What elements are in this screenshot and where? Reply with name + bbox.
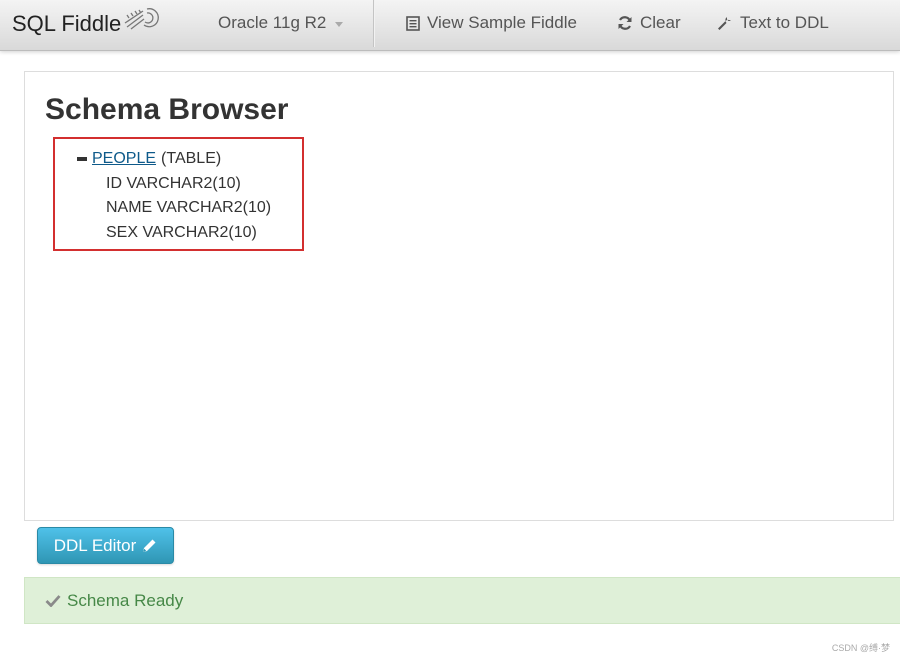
wrench-icon xyxy=(718,17,731,30)
ddl-editor-button[interactable]: DDL Editor xyxy=(37,527,174,564)
column-item: SEX VARCHAR2(10) xyxy=(106,224,257,241)
table-link-people[interactable]: PEOPLE xyxy=(92,149,156,169)
column-item: NAME VARCHAR2(10) xyxy=(106,199,272,216)
pencil-icon xyxy=(143,539,156,552)
table-node: PEOPLE (TABLE) xyxy=(77,149,221,169)
caret-down-icon xyxy=(335,21,344,27)
schema-browser-title: Schema Browser xyxy=(45,93,289,126)
list-icon xyxy=(406,15,420,31)
table-kind-label: (TABLE) xyxy=(161,150,222,167)
column-item: ID VARCHAR2(10) xyxy=(106,175,241,192)
schema-tree-highlight: PEOPLE (TABLE) ID VARCHAR2(10) NAME VARC… xyxy=(53,137,304,251)
status-bar: Schema Ready xyxy=(24,577,900,624)
schema-browser-panel: Schema Browser PEOPLE (TABLE) ID VARCHAR… xyxy=(24,71,894,521)
brand[interactable]: SQL Fiddle xyxy=(12,8,163,38)
minus-icon[interactable] xyxy=(77,157,87,161)
database-selector[interactable]: Oracle 11g R2 xyxy=(218,13,344,33)
navbar: SQL Fiddle Oracle 11g R2 View Sample Fid… xyxy=(0,0,900,51)
nav-divider xyxy=(373,0,375,47)
ddl-editor-label: DDL Editor xyxy=(53,535,137,555)
text-to-ddl-label: Text to DDL xyxy=(740,13,829,32)
view-sample-label: View Sample Fiddle xyxy=(427,13,577,32)
refresh-icon xyxy=(618,16,632,30)
clear-label: Clear xyxy=(640,13,681,32)
status-message: Schema Ready xyxy=(67,590,184,610)
watermark: CSDN @缚·梦 xyxy=(831,643,890,653)
text-to-ddl-link[interactable]: Text to DDL xyxy=(717,13,829,33)
shell-icon xyxy=(123,5,163,38)
view-sample-fiddle-link[interactable]: View Sample Fiddle xyxy=(406,13,577,33)
check-icon xyxy=(45,595,61,607)
brand-name: SQL Fiddle xyxy=(12,10,122,36)
clear-link[interactable]: Clear xyxy=(617,13,681,33)
database-label: Oracle 11g R2 xyxy=(218,13,327,32)
